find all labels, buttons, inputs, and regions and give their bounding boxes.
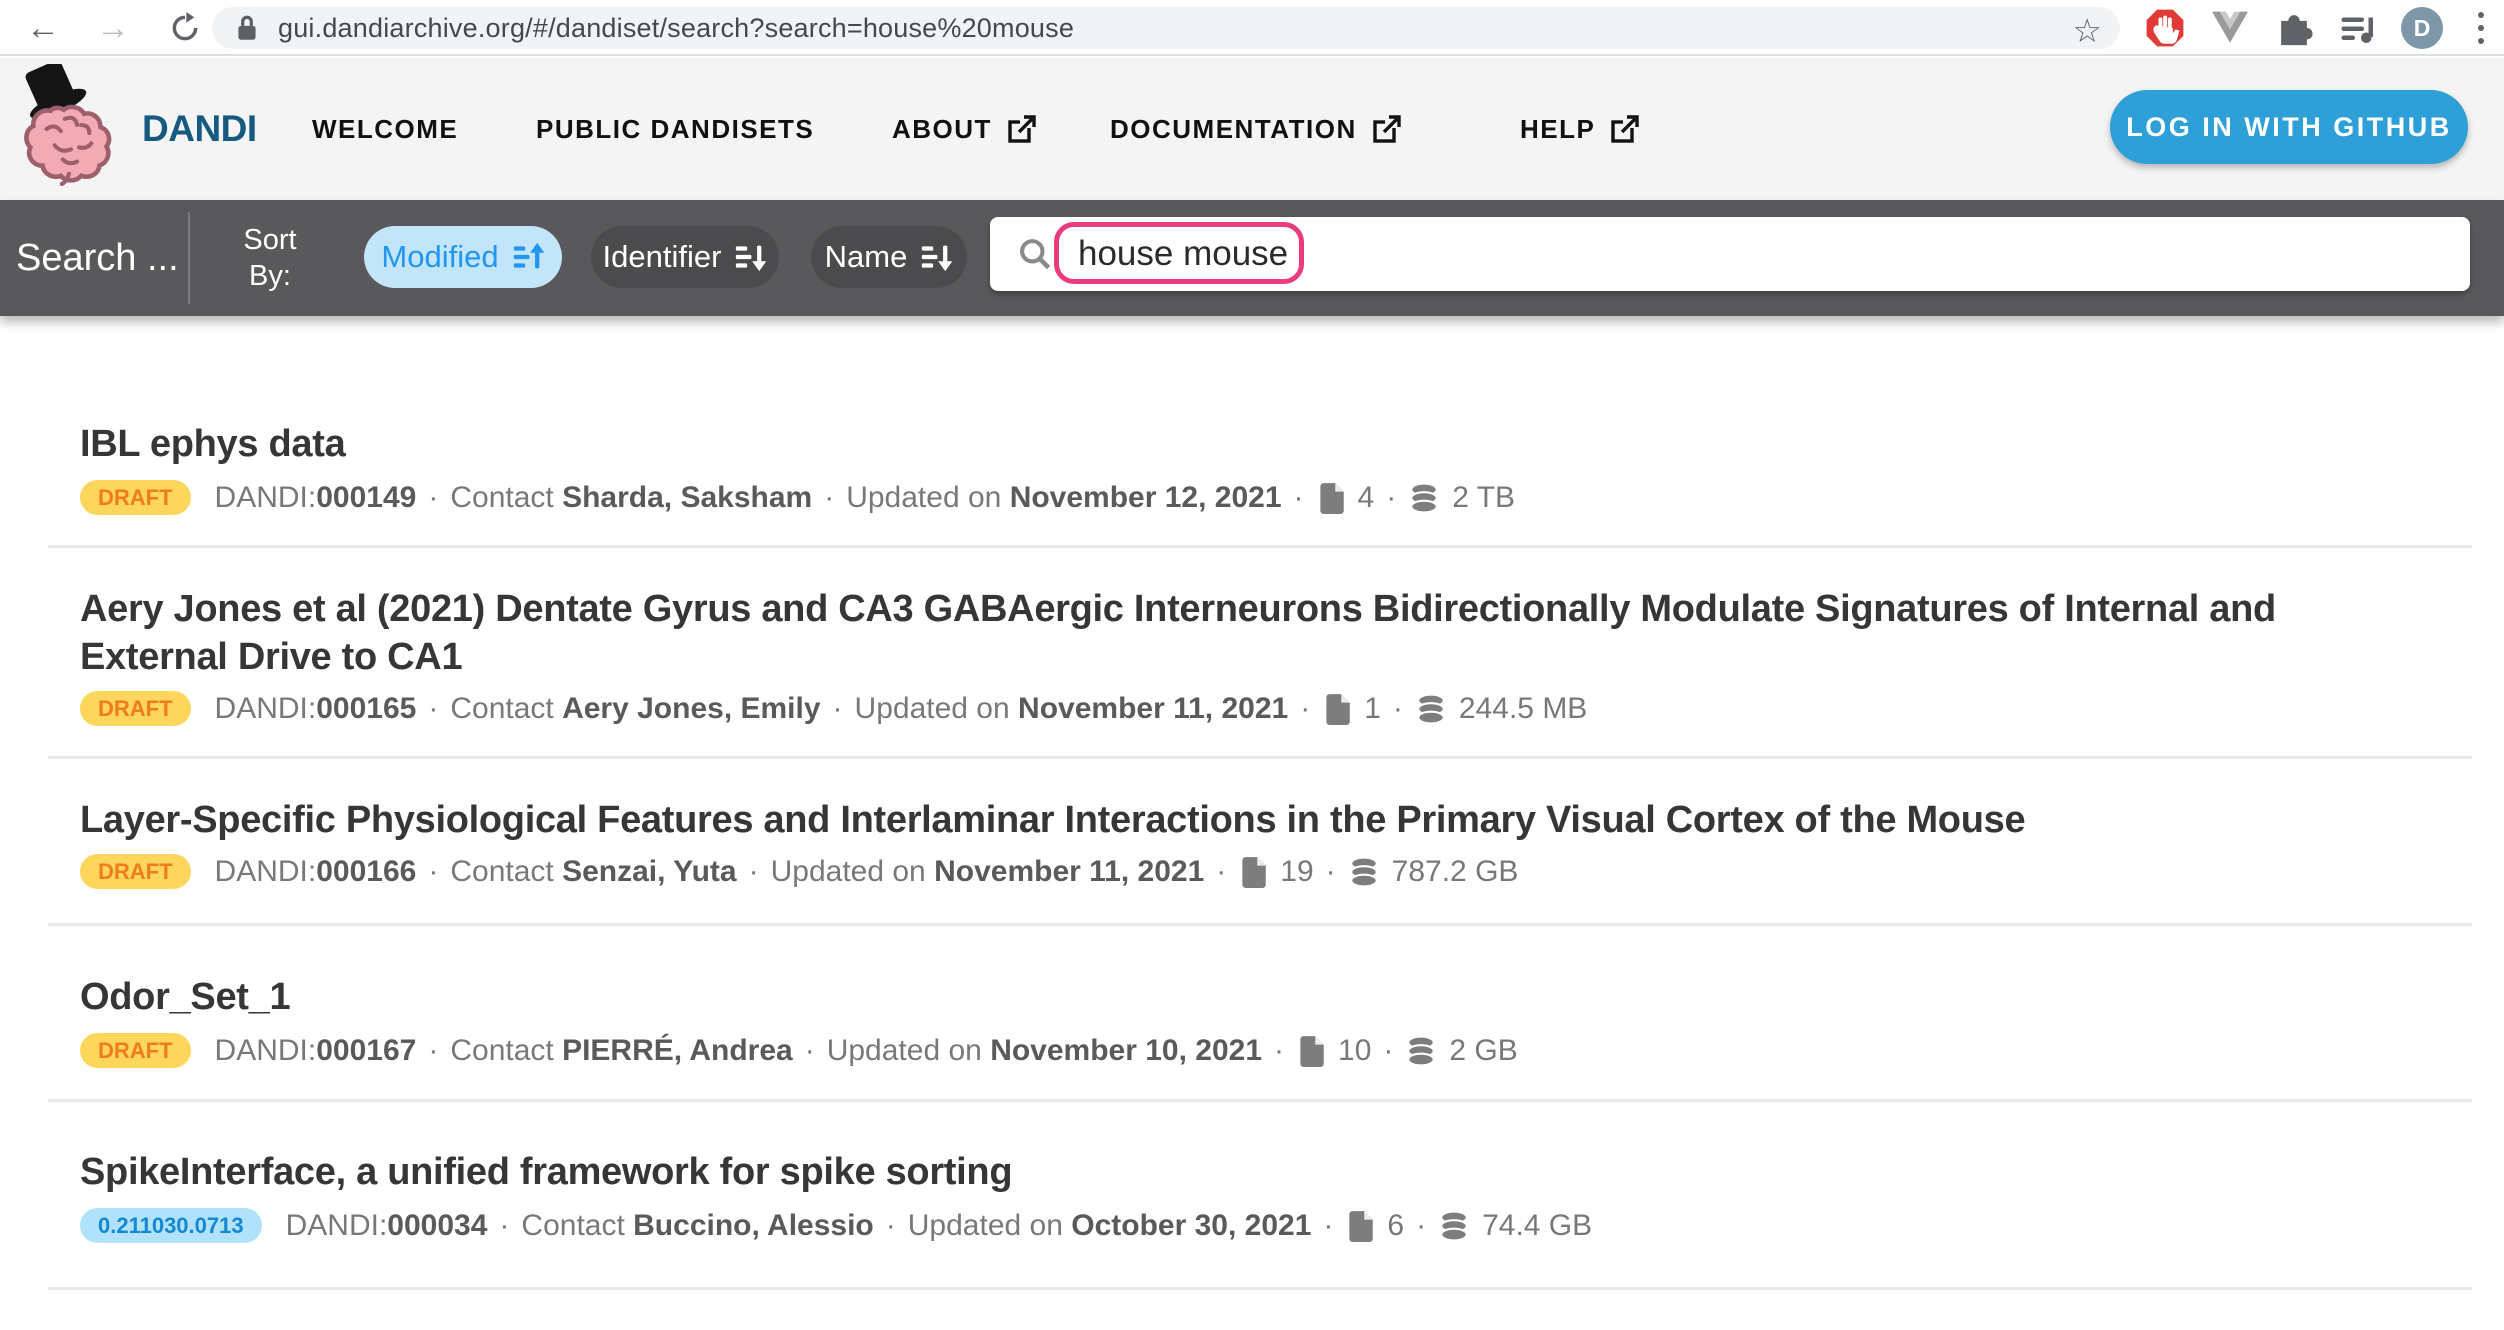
row-divider (48, 1287, 2472, 1290)
row-divider (48, 545, 2472, 548)
nav-welcome[interactable]: WELCOME (312, 114, 458, 145)
url-text: gui.dandiarchive.org/#/dandiset/search?s… (278, 13, 1074, 44)
brand-title[interactable]: DANDI (142, 108, 257, 150)
browser-menu-icon[interactable] (2476, 12, 2486, 44)
version-badge: 0.211030.0713 (80, 1208, 262, 1243)
result-row[interactable]: Aery Jones et al (2021) Dentate Gyrus an… (80, 585, 2472, 681)
database-icon (1408, 482, 1440, 514)
file-icon (1316, 481, 1346, 515)
search-icon (1016, 235, 1054, 273)
nav-documentation[interactable]: DOCUMENTATION (1110, 114, 1401, 145)
result-meta: DRAFT DANDI:000166 · Contact Senzai, Yut… (80, 854, 1518, 889)
row-divider (48, 923, 2472, 926)
nav-help[interactable]: HELP (1520, 114, 1639, 145)
result-row[interactable]: Layer-Specific Physiological Features an… (80, 796, 2472, 844)
status-badge: DRAFT (80, 854, 191, 889)
sort-descending-icon (733, 240, 767, 274)
site-header: DANDI WELCOME PUBLIC DANDISETS ABOUT DOC… (0, 58, 2504, 200)
file-icon (1345, 1209, 1375, 1243)
login-github-button[interactable]: LOG IN WITH GITHUB (2110, 90, 2468, 164)
external-link-icon (1371, 115, 1401, 145)
lock-icon (234, 13, 260, 43)
result-title[interactable]: Aery Jones et al (2021) Dentate Gyrus an… (80, 585, 2410, 681)
sort-chip-name[interactable]: Name (811, 226, 967, 288)
sort-by-label: Sort By: (224, 200, 316, 316)
refresh-icon[interactable] (162, 0, 208, 56)
search-input[interactable]: house mouse (990, 217, 2470, 291)
vertical-divider (188, 212, 190, 304)
pink-highlight-annotation (1054, 222, 1304, 284)
nav-about[interactable]: ABOUT (892, 114, 1036, 145)
external-link-icon (1006, 115, 1036, 145)
browser-avatar[interactable]: D (2401, 7, 2443, 49)
sort-chip-modified[interactable]: Modified (364, 226, 562, 288)
database-icon (1438, 1210, 1470, 1242)
result-title[interactable]: IBL ephys data (80, 420, 2410, 468)
adblock-icon[interactable] (2143, 6, 2187, 50)
search-sort-bar: Search ... Sort By: Modified Identifier … (0, 200, 2504, 316)
row-divider (48, 756, 2472, 759)
file-icon (1322, 692, 1352, 726)
result-row[interactable]: SpikeInterface, a unified framework for … (80, 1148, 2472, 1196)
vue-devtools-icon[interactable] (2208, 6, 2252, 50)
status-badge: DRAFT (80, 1033, 191, 1068)
database-icon (1348, 856, 1380, 888)
forward-icon[interactable]: → (90, 0, 136, 56)
result-row[interactable]: IBL ephys data DRAFT DANDI:000149 · Cont… (80, 420, 2472, 468)
file-icon (1296, 1034, 1326, 1068)
database-icon (1405, 1035, 1437, 1067)
sort-ascending-icon (511, 240, 545, 274)
file-icon (1238, 855, 1268, 889)
browser-chrome: ← → gui.dandiarchive.org/#/dandiset/sear… (0, 0, 2504, 56)
result-meta: DRAFT DANDI:000165 · Contact Aery Jones,… (80, 691, 1587, 726)
search-label: Search ... (16, 200, 179, 316)
external-link-icon (1609, 115, 1639, 145)
result-title[interactable]: Layer-Specific Physiological Features an… (80, 796, 2410, 844)
sort-descending-icon (919, 240, 953, 274)
result-meta: 0.211030.0713 DANDI:000034 · Contact Buc… (80, 1208, 1592, 1243)
row-divider (48, 1099, 2472, 1102)
back-icon[interactable]: ← (20, 0, 66, 56)
status-badge: DRAFT (80, 480, 191, 515)
database-icon (1415, 693, 1447, 725)
sort-chip-identifier[interactable]: Identifier (591, 226, 779, 288)
bookmark-star-icon[interactable]: ☆ (2072, 11, 2102, 50)
result-meta: DRAFT DANDI:000167 · Contact PIERRÉ, And… (80, 1033, 1518, 1068)
result-row[interactable]: Odor_Set_1 DRAFT DANDI:000167 · Contact … (80, 973, 2472, 1021)
dandi-search-page: ← → gui.dandiarchive.org/#/dandiset/sear… (0, 0, 2504, 1330)
url-bar[interactable]: gui.dandiarchive.org/#/dandiset/search?s… (212, 7, 2120, 49)
result-title[interactable]: Odor_Set_1 (80, 973, 2410, 1021)
nav-public-dandisets[interactable]: PUBLIC DANDISETS (536, 114, 814, 145)
result-title[interactable]: SpikeInterface, a unified framework for … (80, 1148, 2410, 1196)
extensions-puzzle-icon[interactable] (2272, 6, 2316, 50)
result-meta: DRAFT DANDI:000149 · Contact Sharda, Sak… (80, 480, 1515, 515)
dandi-brain-logo[interactable] (16, 64, 128, 193)
playlist-icon[interactable] (2336, 6, 2380, 50)
status-badge: DRAFT (80, 691, 191, 726)
